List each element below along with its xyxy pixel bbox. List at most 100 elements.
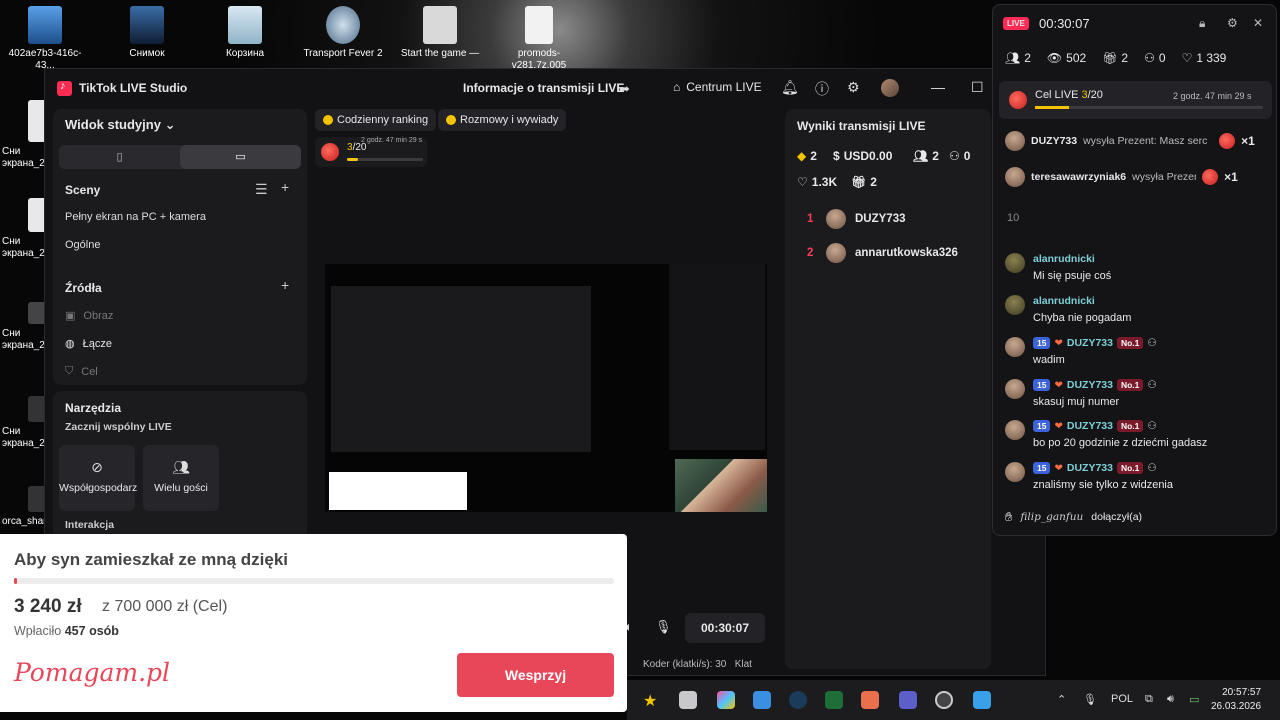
window-app-icon[interactable] [973, 691, 991, 709]
goal-amount: z 700 000 zł (Cel) [102, 598, 228, 615]
campaign-progress-fill [14, 578, 17, 584]
system-clock[interactable]: 20:57:57 26.03.2026 [1211, 686, 1261, 714]
desktop-icon-screenshot-2[interactable]: Сни экрана_2 [2, 198, 58, 260]
ranking-row[interactable]: 1 DUZY733 [807, 209, 906, 229]
support-button[interactable]: Wesprzyj [457, 653, 614, 697]
tiktok-logo-icon [57, 80, 72, 96]
source-item-image[interactable]: ▣ Obraz [65, 309, 113, 323]
live-center-button[interactable]: ⌂ Centrum LIVE [673, 80, 762, 94]
joint-live-heading: Zacznij wspólny LIVE [65, 421, 172, 433]
document-icon [525, 6, 553, 44]
talk-interview-chip[interactable]: Rozmowy i wywiady [438, 109, 567, 131]
microphone-tray-icon[interactable]: 🎙︎ [1083, 693, 1097, 706]
star-app-icon[interactable]: ★ [643, 691, 661, 710]
nested-pomagam-card [329, 472, 467, 510]
language-indicator[interactable]: POL [1111, 693, 1133, 705]
colorful-app-icon[interactable] [717, 691, 735, 709]
campaign-title: Aby syn zamieszkał ze mną dzięki [14, 550, 289, 569]
stream-info-title[interactable]: Informacje o transmisji LIVE [463, 81, 624, 95]
gift-icon: 🎁︎ [1102, 51, 1118, 65]
add-scene-icon[interactable]: + [281, 179, 289, 195]
tools-panel: Narzędzia Zacznij wspólny LIVE ⊘ Współgo… [53, 391, 307, 541]
avatar[interactable] [881, 79, 899, 97]
landscape-icon[interactable]: ▭ [180, 145, 301, 169]
minimize-icon[interactable]: — [931, 79, 945, 95]
goal-progress-bar [347, 158, 423, 161]
desktop-icon-file[interactable]: 402ae7b3-416c-43... [2, 6, 88, 72]
source-item-link[interactable]: ◍ Łącze [65, 337, 112, 351]
desktop-icon-screenshot-4[interactable]: Сни экрана_2 [2, 396, 58, 450]
goal-progress-fill [1035, 106, 1070, 109]
desktop-icon-transport-fever[interactable]: Transport Fever 2 [300, 6, 386, 60]
list-icon[interactable]: ☰ [255, 181, 268, 198]
source-item-goal[interactable]: ⛉ Cel [65, 365, 98, 378]
multi-guest-button[interactable]: 👥︎ Wielu gości [143, 445, 219, 511]
desktop-icon-screenshot-3[interactable]: Сни экрана_2 [2, 302, 58, 352]
raised-amount: 3 240 zł [14, 596, 82, 617]
desktop-icon-promods[interactable]: promods-v281.7z.005 [496, 6, 582, 72]
teams-icon[interactable] [899, 691, 917, 709]
add-source-icon[interactable]: + [281, 277, 289, 293]
stream-preview [325, 264, 767, 512]
desktop-icon-orca[interactable]: orca_shar [2, 486, 58, 528]
volume-icon[interactable]: 🔊︎ [1167, 693, 1174, 706]
share-user-icon: ⚇ [1144, 51, 1155, 65]
share-user-icon: ⚇ [949, 149, 960, 163]
live-badge: LIVE [1003, 17, 1029, 30]
scene-item-general[interactable]: Ogólne [65, 239, 100, 251]
steam-icon[interactable] [789, 691, 807, 709]
image-icon: ▣ [65, 310, 76, 322]
desktop-icon-snapshot[interactable]: Снимок [104, 6, 190, 60]
share-icon[interactable]: ➦ [619, 81, 630, 97]
overlay-stats: 👥︎ 2 👁︎ 502 🎁︎ 2 ⚇ 0 ♡ 1 339 [1005, 51, 1226, 65]
live-goal-widget[interactable]: Cel LIVE 3/20 2 godz. 47 min 29 s [999, 81, 1272, 119]
live-center-label: Centrum LIVE [686, 80, 762, 94]
scenes-heading: Sceny [65, 183, 101, 197]
avatar [1005, 295, 1025, 315]
maximize-icon[interactable]: ☐ [971, 79, 984, 96]
package-app-icon[interactable] [679, 691, 697, 709]
lock-icon[interactable]: 🔒︎ [1199, 16, 1205, 31]
chevron-down-icon: ⌄ [164, 117, 176, 132]
chevron-up-icon[interactable]: ⌃ [1057, 693, 1066, 706]
orientation-toggle[interactable]: ▯ ▭ [59, 145, 301, 169]
network-icon[interactable]: ⧉ [1145, 693, 1153, 706]
photos-icon[interactable] [753, 691, 771, 709]
bottom-controls: 🔈︎ 🎙︎ 00:30:07 [621, 613, 775, 643]
interaction-heading: Interakcja [65, 519, 115, 531]
tools-heading: Narzędzia [65, 401, 122, 415]
media-player-icon[interactable] [861, 691, 879, 709]
daily-ranking-chip[interactable]: Codzienny ranking [315, 109, 437, 131]
table-app-icon[interactable] [825, 691, 843, 709]
cohost-button[interactable]: ⊘ Współgospodarz [59, 445, 137, 511]
avatar [1005, 420, 1025, 440]
ranking-row[interactable]: 2 annarutkowska326 [807, 243, 958, 263]
goal-widget-preview[interactable]: 2 godz. 47 min 29 s 3/20 [315, 137, 427, 167]
users-icon: 👥︎ [1005, 51, 1021, 65]
shield-icon: ⛉ [65, 365, 74, 377]
scene-item-fullscreen[interactable]: Pełny ekran na PC + kamera [65, 211, 206, 223]
gear-icon[interactable]: ⚙ [847, 79, 860, 96]
microphone-icon[interactable]: 🎙︎ [655, 619, 672, 635]
shares-stat: ⚇ 0 [1144, 51, 1166, 65]
desktop-icon-start-game[interactable]: Start the game — [397, 6, 483, 60]
view-selector[interactable]: Widok studyjny ⌄ [65, 117, 175, 133]
users-icon: 👥︎ [172, 459, 190, 475]
settings-icon[interactable]: ⚙ [1227, 16, 1238, 30]
avatar [1005, 167, 1025, 187]
desktop-icon-screenshot-1[interactable]: Сни экрана_2 [2, 100, 58, 170]
desktop-icon-recycle-bin[interactable]: Корзина [202, 6, 288, 60]
image-icon [130, 6, 164, 44]
bell-icon[interactable]: 🔔︎ [781, 79, 799, 96]
avatar [1005, 337, 1025, 357]
chrome-icon[interactable] [935, 691, 953, 709]
close-icon[interactable]: ✕ [1253, 16, 1263, 30]
help-icon[interactable]: ⓘ [815, 79, 829, 99]
scenes-sources-panel: Widok studyjny ⌄ ▯ ▭ Sceny ☰ + Pełny ekr… [53, 109, 307, 385]
overlay-timer: 00:30:07 [1039, 16, 1090, 31]
wave-hand-icon: ✋︎ [1005, 509, 1013, 524]
portrait-icon[interactable]: ▯ [59, 145, 180, 169]
encoder-status: Koder (klatki/s): 30 Klat [643, 659, 752, 670]
battery-icon[interactable]: ▭ [1189, 693, 1199, 706]
stream-timer: 00:30:07 [685, 613, 765, 643]
